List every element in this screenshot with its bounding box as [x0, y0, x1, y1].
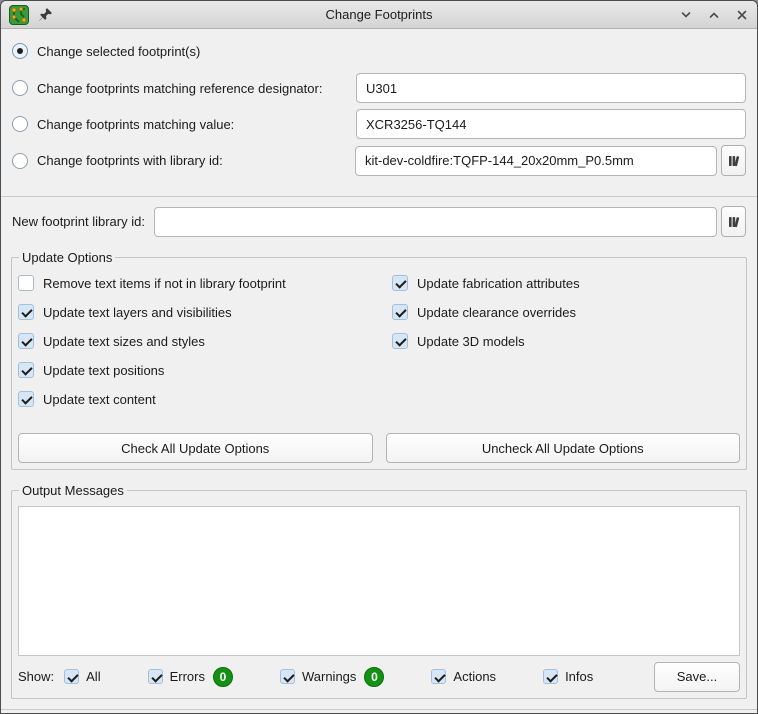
close-icon	[736, 9, 748, 21]
titlebar: Change Footprints	[1, 1, 757, 29]
filter-all: All	[64, 669, 100, 684]
checkbox-update-text-sizes[interactable]	[18, 333, 34, 349]
library-books-icon	[727, 215, 741, 229]
checkbox-update-text-positions[interactable]	[18, 362, 34, 378]
filter-actions: Actions	[431, 669, 496, 684]
checkbox-show-all[interactable]	[64, 669, 79, 684]
update-options-columns: Remove text items if not in library foot…	[18, 273, 740, 418]
save-button[interactable]: Save...	[654, 662, 740, 692]
filter-label: Warnings	[302, 669, 356, 684]
filter-infos: Infos	[543, 669, 593, 684]
checkbox-show-errors[interactable]	[148, 669, 163, 684]
radio-match-value[interactable]	[12, 116, 28, 132]
checkbox-update-fabrication-attributes[interactable]	[392, 275, 408, 291]
show-label: Show:	[18, 669, 54, 684]
check-all-button[interactable]: Check All Update Options	[18, 433, 373, 463]
chevron-up-icon	[708, 9, 720, 21]
option-row: Update text layers and visibilities	[18, 302, 392, 322]
checkbox-label: Update 3D models	[417, 334, 525, 349]
radio-label: Change selected footprint(s)	[37, 44, 200, 59]
update-options-group: Update Options Remove text items if not …	[11, 250, 747, 470]
window-controls	[679, 8, 749, 22]
checkbox-show-infos[interactable]	[543, 669, 558, 684]
checkbox-label: Update clearance overrides	[417, 305, 576, 320]
radio-row-library-id: Change footprints with library id:	[1, 145, 757, 176]
library-books-icon	[727, 154, 741, 168]
output-messages-panel	[18, 506, 740, 656]
checkbox-label: Update fabrication attributes	[417, 276, 580, 291]
update-options-buttons: Check All Update Options Uncheck All Upd…	[18, 433, 740, 463]
radio-row-reference: Change footprints matching reference des…	[1, 73, 757, 103]
value-input[interactable]	[356, 109, 746, 139]
new-library-row: New footprint library id:	[1, 206, 757, 237]
maximize-button[interactable]	[707, 8, 721, 22]
errors-count-badge: 0	[213, 667, 233, 687]
uncheck-all-button[interactable]: Uncheck All Update Options	[386, 433, 741, 463]
new-library-label: New footprint library id:	[12, 214, 145, 229]
minimize-button[interactable]	[679, 8, 693, 22]
option-row: Update text content	[18, 389, 392, 409]
checkbox-label: Update text content	[43, 392, 156, 407]
checkbox-show-actions[interactable]	[431, 669, 446, 684]
browse-library-button[interactable]	[721, 145, 746, 176]
option-row: Update 3D models	[392, 331, 740, 351]
browse-new-library-button[interactable]	[721, 206, 746, 237]
checkbox-update-text-content[interactable]	[18, 391, 34, 407]
radio-row-value: Change footprints matching value:	[1, 109, 757, 139]
radio-change-selected[interactable]	[12, 43, 28, 59]
filter-label: All	[86, 669, 100, 684]
chevron-down-icon	[680, 9, 692, 21]
separator	[1, 196, 757, 197]
radio-label: Change footprints matching reference des…	[37, 81, 322, 96]
checkbox-show-warnings[interactable]	[280, 669, 295, 684]
library-id-input[interactable]	[355, 146, 717, 176]
option-row: Update text sizes and styles	[18, 331, 392, 351]
option-row: Update clearance overrides	[392, 302, 740, 322]
show-filter-row: Show: All Errors 0 Warnings 0 Act	[18, 661, 740, 692]
warnings-count-badge: 0	[364, 667, 384, 687]
dialog-footer: Close Change	[1, 709, 757, 714]
option-row: Update text positions	[18, 360, 392, 380]
radio-label: Change footprints matching value:	[37, 117, 234, 132]
radio-row-selected-footprints: Change selected footprint(s)	[1, 41, 757, 61]
update-options-title: Update Options	[19, 250, 115, 265]
checkbox-label: Update text layers and visibilities	[43, 305, 232, 320]
radio-match-reference[interactable]	[12, 80, 28, 96]
filter-warnings: Warnings 0	[280, 667, 384, 687]
checkbox-update-text-layers[interactable]	[18, 304, 34, 320]
kicad-app-icon	[9, 5, 29, 25]
checkbox-label: Remove text items if not in library foot…	[43, 276, 286, 291]
checkbox-label: Update text sizes and styles	[43, 334, 205, 349]
filter-errors: Errors 0	[148, 667, 233, 687]
radio-match-library-id[interactable]	[12, 153, 28, 169]
window-title: Change Footprints	[1, 7, 757, 22]
new-library-id-input[interactable]	[154, 207, 717, 237]
checkbox-update-clearance-overrides[interactable]	[392, 304, 408, 320]
checkbox-label: Update text positions	[43, 363, 164, 378]
option-row: Update fabrication attributes	[392, 273, 740, 293]
filter-label: Actions	[453, 669, 496, 684]
radio-label: Change footprints with library id:	[37, 153, 223, 168]
option-row: Remove text items if not in library foot…	[18, 273, 392, 293]
update-options-right-column: Update fabrication attributes Update cle…	[392, 273, 740, 418]
output-messages-group: Output Messages Show: All Errors 0 Warni…	[11, 483, 747, 699]
change-footprints-dialog: Change Footprints Change selected footpr…	[0, 0, 758, 714]
output-messages-title: Output Messages	[19, 483, 127, 498]
checkbox-remove-text-items[interactable]	[18, 275, 34, 291]
dialog-content: Change selected footprint(s) Change foot…	[1, 29, 757, 714]
close-button[interactable]	[735, 8, 749, 22]
checkbox-update-3d-models[interactable]	[392, 333, 408, 349]
update-options-left-column: Remove text items if not in library foot…	[18, 273, 392, 418]
reference-designator-input[interactable]	[356, 73, 746, 103]
filter-label: Infos	[565, 669, 593, 684]
filter-label: Errors	[170, 669, 205, 684]
pin-icon[interactable]	[38, 7, 53, 22]
